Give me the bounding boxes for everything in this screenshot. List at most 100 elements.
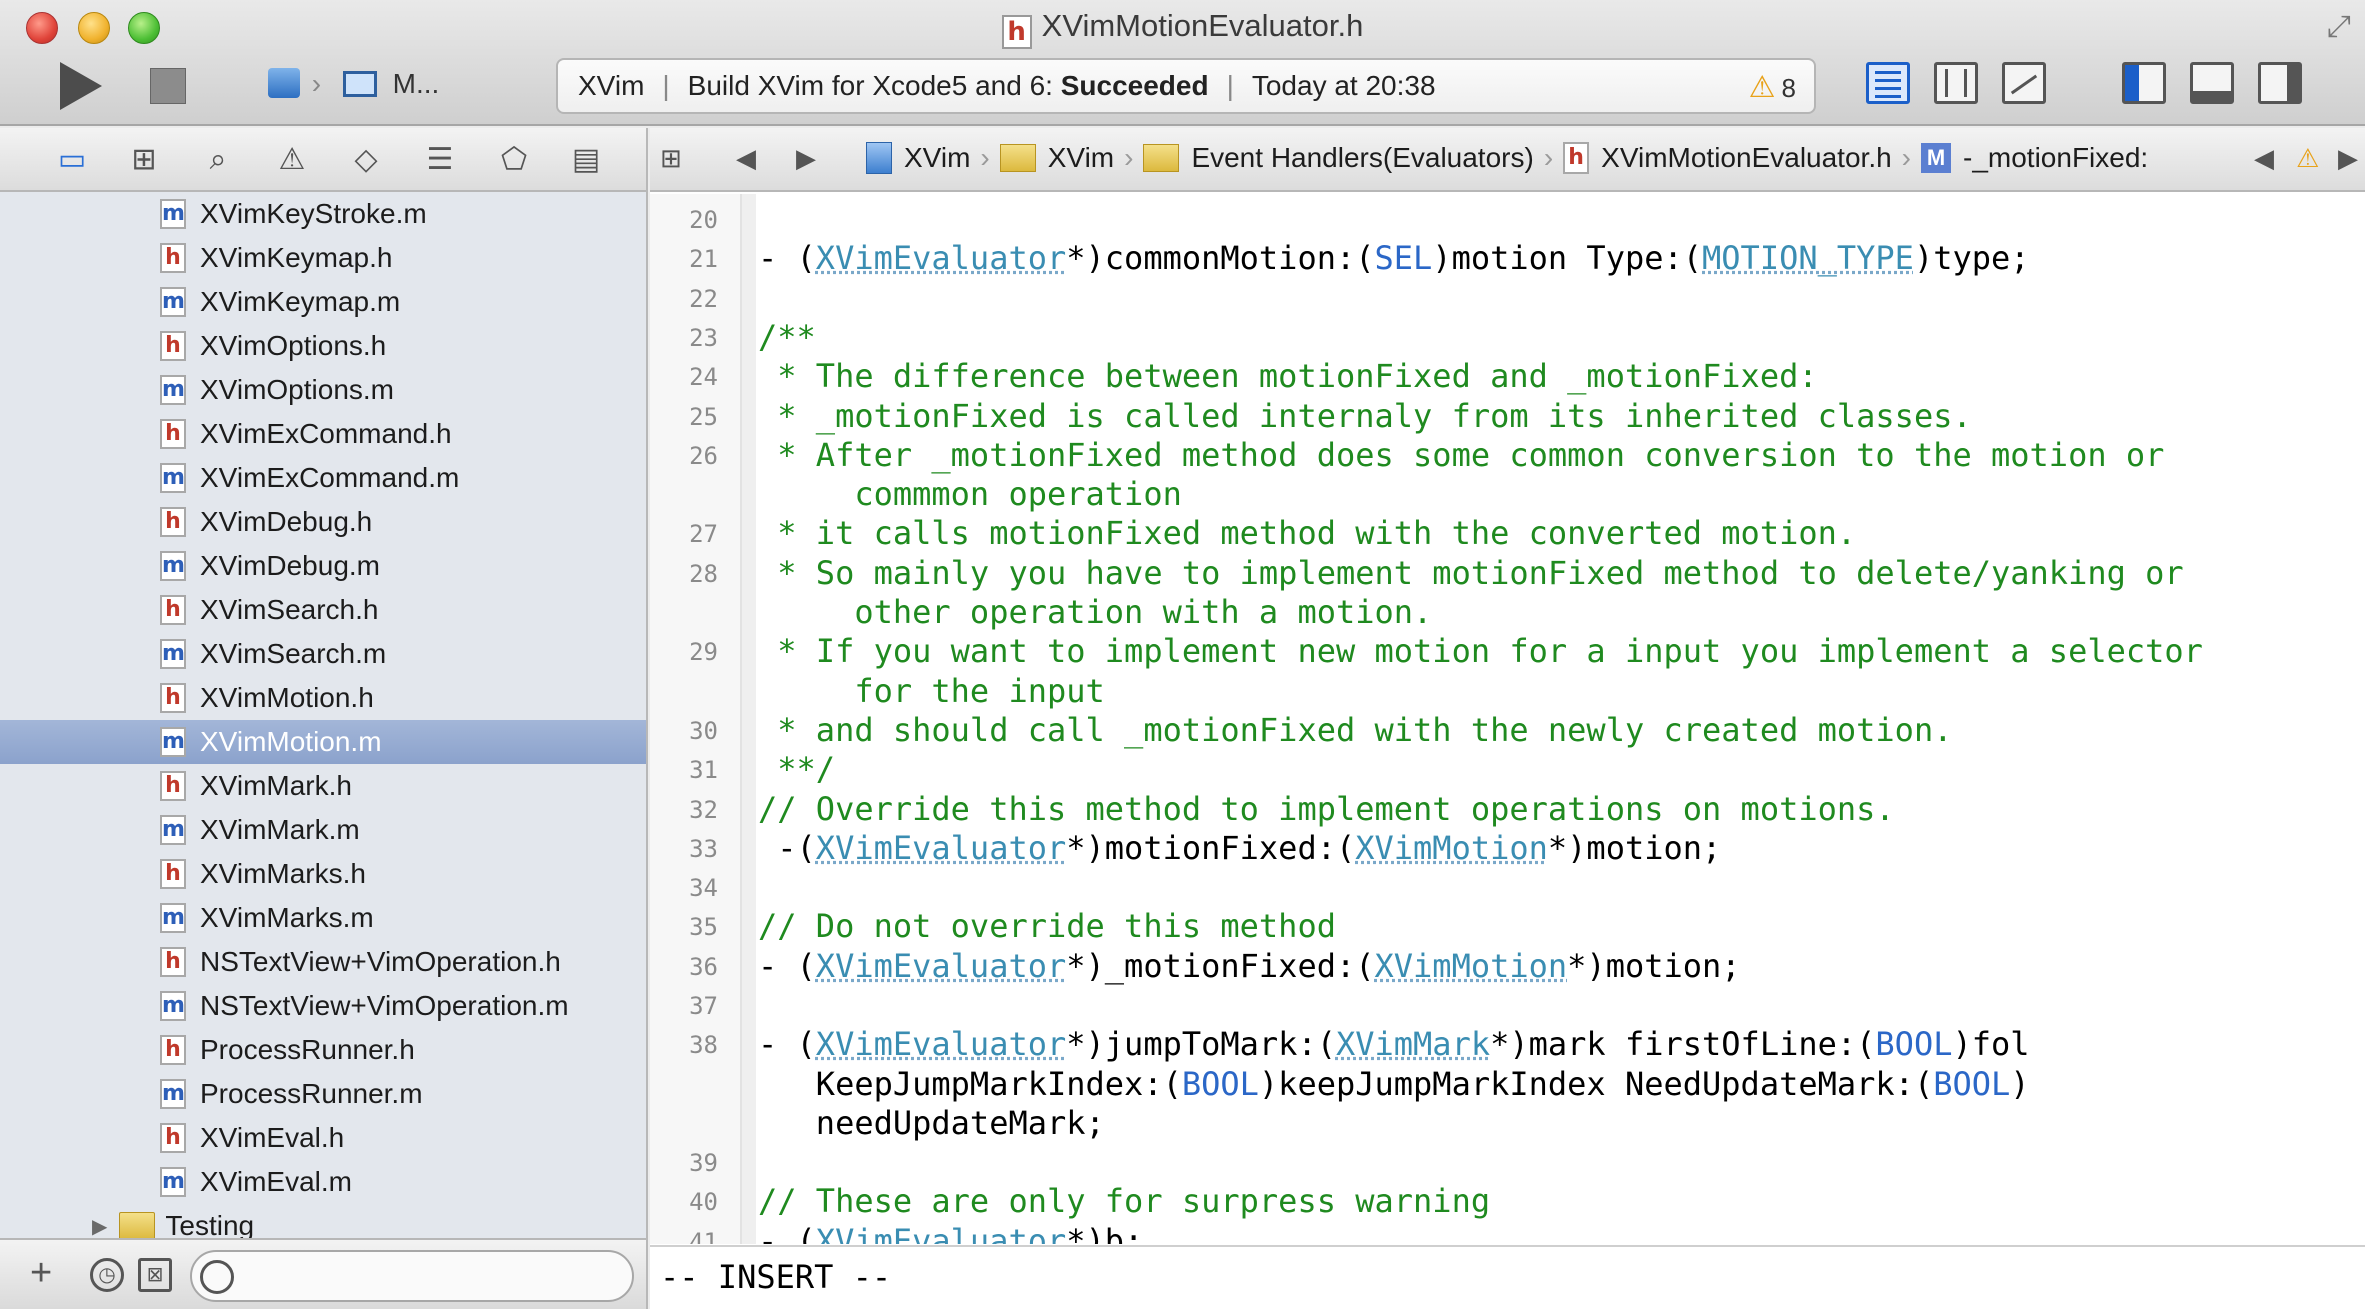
project-navigator: ▭ ⊞ ⌕ ⚠ ◇ ☰ ⬠ ▤ m XVimKeyStroke.m h XVimKe… bbox=[0, 128, 648, 1309]
breadcrumb-group[interactable]: XVim bbox=[1048, 142, 1114, 174]
code-line: -(XVimEvaluator*)motionFixed:(XVimMotion… bbox=[758, 829, 1722, 867]
scheme-selector[interactable]: › M... bbox=[268, 68, 439, 100]
activity-time: Today at 20:38 bbox=[1251, 70, 1436, 101]
warning-indicator[interactable]: ⚠ 8 bbox=[1749, 70, 1796, 105]
file-item[interactable]: h XVimExCommand.h bbox=[0, 412, 646, 456]
navigator-footer: + ◷ ⊠ bbox=[0, 1238, 646, 1309]
code-line: KeepJumpMarkIndex:(BOOL)keepJumpMarkInde… bbox=[758, 1065, 2030, 1103]
run-button[interactable] bbox=[60, 62, 102, 110]
previous-issue-icon[interactable]: ◀ bbox=[2254, 144, 2274, 174]
back-arrow-icon[interactable]: ◀ bbox=[736, 144, 756, 174]
breakpoint-navigator-icon[interactable]: ⬠ bbox=[494, 142, 534, 178]
file-item[interactable]: h XVimMark.h bbox=[0, 764, 646, 808]
standard-editor-button[interactable] bbox=[1866, 62, 1910, 104]
add-file-button[interactable]: + bbox=[30, 1252, 52, 1295]
search-icon[interactable]: ⌕ bbox=[198, 142, 238, 178]
debug-area-toggle-button[interactable] bbox=[2190, 62, 2234, 104]
line-number: 40 bbox=[689, 1188, 718, 1216]
warning-icon[interactable]: ⚠ bbox=[2296, 144, 2319, 174]
file-list: m XVimKeyStroke.m h XVimKeymap.h m XVimKeym… bbox=[0, 192, 646, 1238]
chevron-right-icon: › bbox=[1901, 142, 1911, 173]
forward-arrow-icon[interactable]: ▶ bbox=[796, 144, 816, 174]
line-number: 29 bbox=[689, 638, 718, 666]
file-item[interactable]: m XVimKeyStroke.m bbox=[0, 192, 646, 236]
file-item-selected[interactable]: m XVimMotion.m bbox=[0, 720, 646, 764]
fullscreen-icon[interactable]: ⤢ bbox=[2327, 10, 2351, 44]
line-number: 21 bbox=[689, 245, 718, 273]
code-line: for the input bbox=[758, 672, 1105, 710]
m-file-icon: m bbox=[160, 199, 186, 229]
code-line: * After _motionFixed method does some co… bbox=[758, 436, 2165, 474]
line-number: 22 bbox=[689, 285, 718, 313]
m-file-icon: m bbox=[160, 375, 186, 405]
header-file-icon: h bbox=[1001, 15, 1032, 49]
code-line: - (XVimEvaluator*)_motionFixed:(XVimMoti… bbox=[758, 947, 1741, 985]
file-item[interactable]: h XVimKeymap.h bbox=[0, 236, 646, 280]
m-file-icon: m bbox=[160, 287, 186, 317]
utilities-toggle-button[interactable] bbox=[2258, 62, 2302, 104]
related-items-icon[interactable]: ⊞ bbox=[660, 144, 682, 174]
file-item[interactable]: h NSTextView+VimOperation.h bbox=[0, 940, 646, 984]
folder-icon bbox=[999, 144, 1036, 172]
breadcrumb-subgroup[interactable]: Event Handlers(Evaluators) bbox=[1191, 142, 1533, 174]
file-item[interactable]: h XVimOptions.h bbox=[0, 324, 646, 368]
code-line: // Do not override this method bbox=[758, 907, 1336, 945]
file-item[interactable]: h XVimSearch.h bbox=[0, 588, 646, 632]
h-file-icon: h bbox=[160, 331, 186, 361]
code-line: // These are only for surpress warning bbox=[758, 1182, 1491, 1220]
debug-navigator-icon[interactable]: ☰ bbox=[420, 142, 460, 178]
folder-item-testing[interactable]: ▶ Testing bbox=[0, 1204, 646, 1238]
assistant-editor-button[interactable] bbox=[1934, 62, 1978, 104]
file-item[interactable]: m XVimEval.m bbox=[0, 1160, 646, 1204]
chevron-right-icon: › bbox=[1543, 142, 1554, 173]
header-file-icon: h bbox=[1563, 142, 1590, 174]
file-item[interactable]: m XVimKeymap.m bbox=[0, 280, 646, 324]
m-file-icon: m bbox=[160, 815, 186, 845]
navigator-toggle-button[interactable] bbox=[2122, 62, 2166, 104]
file-item[interactable]: h XVimEval.h bbox=[0, 1116, 646, 1160]
breadcrumb-file[interactable]: XVimMotionEvaluator.h bbox=[1601, 142, 1892, 174]
activity-build-status: Succeeded bbox=[1060, 70, 1209, 101]
code-line: /** bbox=[758, 318, 816, 356]
recent-files-icon[interactable]: ◷ bbox=[90, 1258, 124, 1292]
file-item[interactable]: m ProcessRunner.m bbox=[0, 1072, 646, 1116]
project-icon bbox=[866, 142, 892, 174]
next-issue-icon[interactable]: ▶ bbox=[2338, 144, 2358, 174]
disclosure-triangle-icon[interactable]: ▶ bbox=[92, 1214, 107, 1239]
version-editor-button[interactable] bbox=[2002, 62, 2046, 104]
breadcrumb-method[interactable]: -_motionFixed: bbox=[1963, 142, 2148, 174]
file-item[interactable]: m XVimOptions.m bbox=[0, 368, 646, 412]
code-line: other operation with a motion. bbox=[758, 593, 1433, 631]
code-line: needUpdateMark; bbox=[758, 1104, 1105, 1142]
file-item[interactable]: h XVimMarks.h bbox=[0, 852, 646, 896]
m-file-icon: m bbox=[160, 1079, 186, 1109]
filter-icon bbox=[200, 1260, 234, 1294]
symbol-navigator-icon[interactable]: ⊞ bbox=[124, 142, 164, 178]
file-item[interactable]: h XVimDebug.h bbox=[0, 500, 646, 544]
stop-button[interactable] bbox=[150, 68, 186, 104]
line-number: 24 bbox=[689, 363, 718, 391]
line-number: 27 bbox=[689, 520, 718, 548]
file-item[interactable]: m XVimMarks.m bbox=[0, 896, 646, 940]
file-item[interactable]: h ProcessRunner.h bbox=[0, 1028, 646, 1072]
test-navigator-icon[interactable]: ◇ bbox=[346, 142, 386, 178]
activity-build-prefix: Build XVim for Xcode5 and 6: bbox=[687, 70, 1053, 101]
code-area[interactable]: 20 21 - (XVimEvaluator*)commonMotion:(SEL)… bbox=[650, 194, 2365, 1244]
log-navigator-icon[interactable]: ▤ bbox=[566, 142, 606, 178]
file-item[interactable]: m XVimDebug.m bbox=[0, 544, 646, 588]
file-item[interactable]: m NSTextView+VimOperation.m bbox=[0, 984, 646, 1028]
issue-navigator-icon[interactable]: ⚠ bbox=[272, 142, 312, 178]
file-item[interactable]: h XVimMotion.h bbox=[0, 676, 646, 720]
line-number: 28 bbox=[689, 560, 718, 588]
file-item[interactable]: m XVimMark.m bbox=[0, 808, 646, 852]
scm-status-icon[interactable]: ⊠ bbox=[138, 1258, 172, 1292]
folder-icon[interactable]: ▭ bbox=[52, 142, 92, 178]
file-item[interactable]: m XVimExCommand.m bbox=[0, 456, 646, 500]
vim-mode-indicator: -- INSERT -- bbox=[650, 1245, 2365, 1309]
filter-field[interactable] bbox=[190, 1250, 634, 1302]
destination-icon bbox=[342, 71, 377, 97]
m-file-icon: m bbox=[160, 551, 186, 581]
breadcrumb-project[interactable]: XVim bbox=[904, 142, 970, 174]
activity-viewer: XVim | Build XVim for Xcode5 and 6: Succ… bbox=[556, 58, 1816, 114]
file-item[interactable]: m XVimSearch.m bbox=[0, 632, 646, 676]
